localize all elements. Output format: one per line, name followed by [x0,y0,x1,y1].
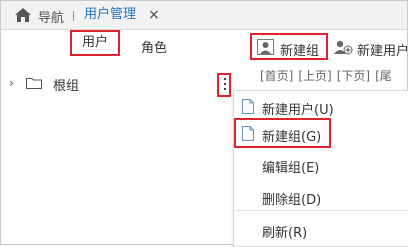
document-icon [242,126,254,141]
subtab-user[interactable]: 用户 [70,30,120,56]
new-group-label: 新建组 [280,44,320,59]
subtab-user-label: 用户 [81,35,108,50]
menu-item-label: 新建用户(U) [262,103,334,118]
chevron-right-icon[interactable]: › [9,76,14,90]
new-user-label: 新建用户 [357,44,408,59]
menu-item-refresh[interactable]: 刷新(R) [234,217,408,243]
menu-item-edit-group[interactable]: 编辑组(E) [234,152,408,178]
add-user-icon [334,40,353,55]
kebab-icon [224,78,227,93]
folder-icon [26,78,42,89]
new-group-button[interactable]: 新建组 [250,33,328,60]
nav-label[interactable]: 导航 [38,7,64,26]
pager-last[interactable]: [尾 [375,69,392,83]
tab-user-management[interactable]: 用户管理 [84,1,136,29]
subtab-role[interactable]: 角色 [141,37,167,56]
user-icon [257,39,274,55]
menu-item-new-user[interactable]: 新建用户(U) [234,94,408,120]
menu-item-label: 编辑组(E) [262,161,320,176]
menu-item-label: 新建组(G) [262,130,322,145]
tree-node-label: 根组 [53,79,80,94]
more-options-button[interactable] [217,73,231,97]
pager-prev[interactable]: [上页] [298,69,331,83]
group-tree-panel: › 根组 [1,64,231,244]
context-menu: 新建用户(U) 新建组(G) 编辑组(E) 删除组(D) 刷新(R) [233,90,408,247]
top-tab-bar: 导航 用户管理 × [1,1,407,30]
document-icon [242,99,254,114]
menu-item-label: 删除组(D) [262,193,322,208]
menu-item-label: 刷新(R) [262,226,308,241]
pager: [首页] [上页] [下页] [尾 [260,67,397,84]
toolbar: 新建组 新建用户 [240,30,408,62]
new-user-button[interactable]: 新建用户 [333,33,408,60]
pager-first[interactable]: [首页] [260,69,293,83]
home-icon[interactable] [14,7,32,23]
pager-next[interactable]: [下页] [337,69,370,83]
tree-node-root[interactable]: › 根组 [1,72,229,96]
menu-divider [234,210,408,211]
close-icon[interactable]: × [148,7,160,23]
menu-item-new-group[interactable]: 新建组(G) [234,121,408,147]
tab-separator [73,11,74,21]
menu-item-delete-group[interactable]: 删除组(D) [234,184,408,210]
